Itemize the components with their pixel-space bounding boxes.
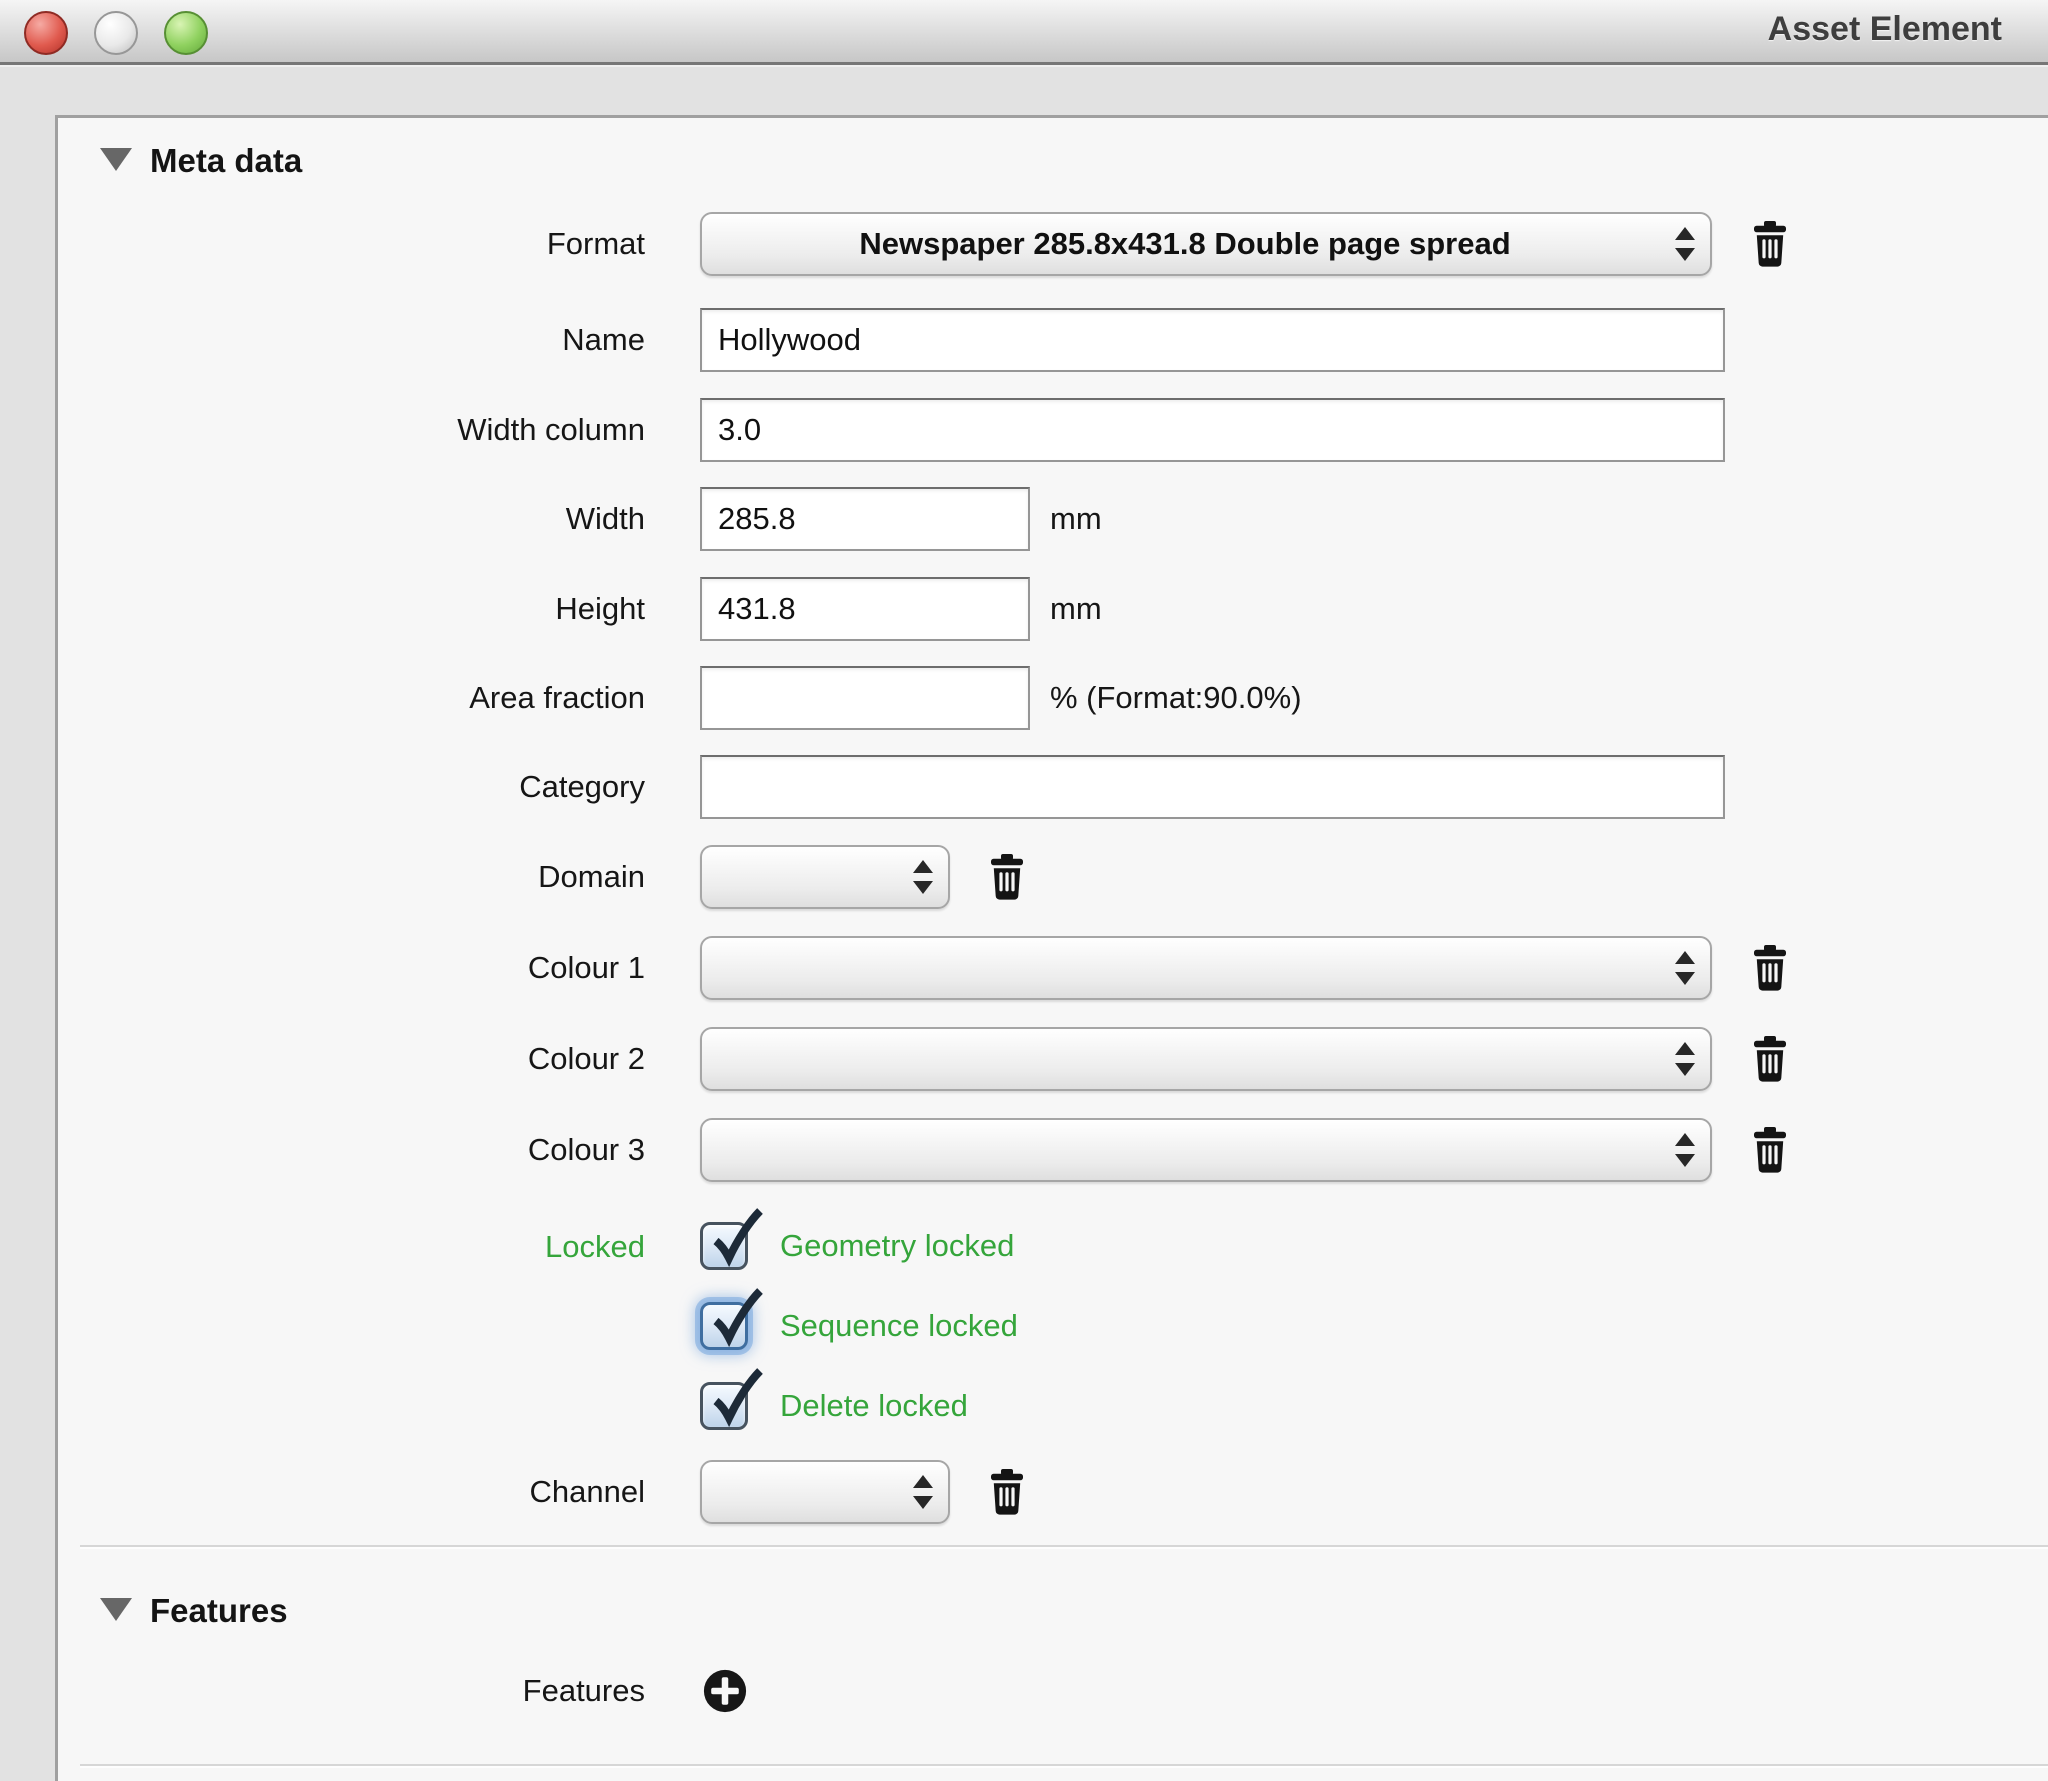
format-value: Newspaper 285.8x431.8 Double page spread [859,226,1510,261]
width-column-label: Width column [55,398,645,462]
height-label: Height [55,577,645,641]
colour1-delete-trash-icon[interactable] [1748,944,1792,992]
checkmark-icon [705,1207,765,1271]
geometry-locked-row: Geometry locked [700,1222,1014,1270]
stepper-arrows-icon [1675,1042,1695,1076]
plus-icon [702,1668,748,1714]
domain-delete-trash-icon[interactable] [985,853,1029,901]
zoom-button[interactable] [164,11,208,55]
area-fraction-unit: % (Format:90.0%) [1050,666,1302,730]
colour1-select[interactable] [700,936,1712,1000]
colour1-label: Colour 1 [55,936,645,1000]
stepper-arrows-icon [1675,951,1695,985]
area-fraction-input[interactable] [700,666,1030,730]
colour2-label: Colour 2 [55,1027,645,1091]
name-label: Name [55,308,645,372]
colour3-label: Colour 3 [55,1118,645,1182]
stepper-arrows-icon [1675,227,1695,261]
locked-label: Locked [55,1222,645,1272]
category-label: Category [55,755,645,819]
sequence-locked-label: Sequence locked [780,1302,1018,1350]
colour2-select[interactable] [700,1027,1712,1091]
title-bar: Asset Element [0,0,2048,65]
width-unit: mm [1050,487,1102,551]
colour3-delete-trash-icon[interactable] [1748,1126,1792,1174]
checkmark-icon [705,1367,765,1431]
category-input[interactable] [700,755,1725,819]
sequence-locked-row: Sequence locked [700,1302,1018,1350]
features-row-label: Features [55,1666,645,1716]
colour3-select[interactable] [700,1118,1712,1182]
format-delete-trash-icon[interactable] [1748,220,1792,268]
window-title: Asset Element [1768,10,2002,49]
section-divider [80,1545,2048,1549]
geometry-locked-checkbox[interactable] [700,1222,748,1270]
stepper-arrows-icon [913,860,933,894]
features-disclosure-triangle-icon[interactable] [100,1598,132,1621]
domain-select[interactable] [700,845,950,909]
channel-select[interactable] [700,1460,950,1524]
channel-label: Channel [55,1460,645,1524]
height-input[interactable] [700,577,1030,641]
stepper-arrows-icon [913,1475,933,1509]
minimize-button[interactable] [94,11,138,55]
close-button[interactable] [24,11,68,55]
format-select[interactable]: Newspaper 285.8x431.8 Double page spread [700,212,1712,276]
checkmark-icon [705,1287,765,1351]
height-unit: mm [1050,577,1102,641]
bottom-divider [80,1764,2048,1768]
delete-locked-label: Delete locked [780,1382,968,1430]
asset-element-window: Asset Element Meta data Format Newspaper… [0,0,2048,1781]
features-section-title: Features [150,1588,288,1634]
sequence-locked-checkbox[interactable] [700,1302,748,1350]
name-input[interactable] [700,308,1725,372]
stepper-arrows-icon [1675,1133,1695,1167]
colour2-delete-trash-icon[interactable] [1748,1035,1792,1083]
area-fraction-label: Area fraction [55,666,645,730]
delete-locked-row: Delete locked [700,1382,968,1430]
meta-data-disclosure-triangle-icon[interactable] [100,148,132,171]
add-feature-button[interactable] [702,1668,748,1714]
geometry-locked-label: Geometry locked [780,1222,1014,1270]
width-column-input[interactable] [700,398,1725,462]
delete-locked-checkbox[interactable] [700,1382,748,1430]
width-input[interactable] [700,487,1030,551]
width-label: Width [55,487,645,551]
domain-label: Domain [55,845,645,909]
format-label: Format [55,212,645,276]
meta-data-section-title: Meta data [150,138,302,184]
channel-delete-trash-icon[interactable] [985,1468,1029,1516]
